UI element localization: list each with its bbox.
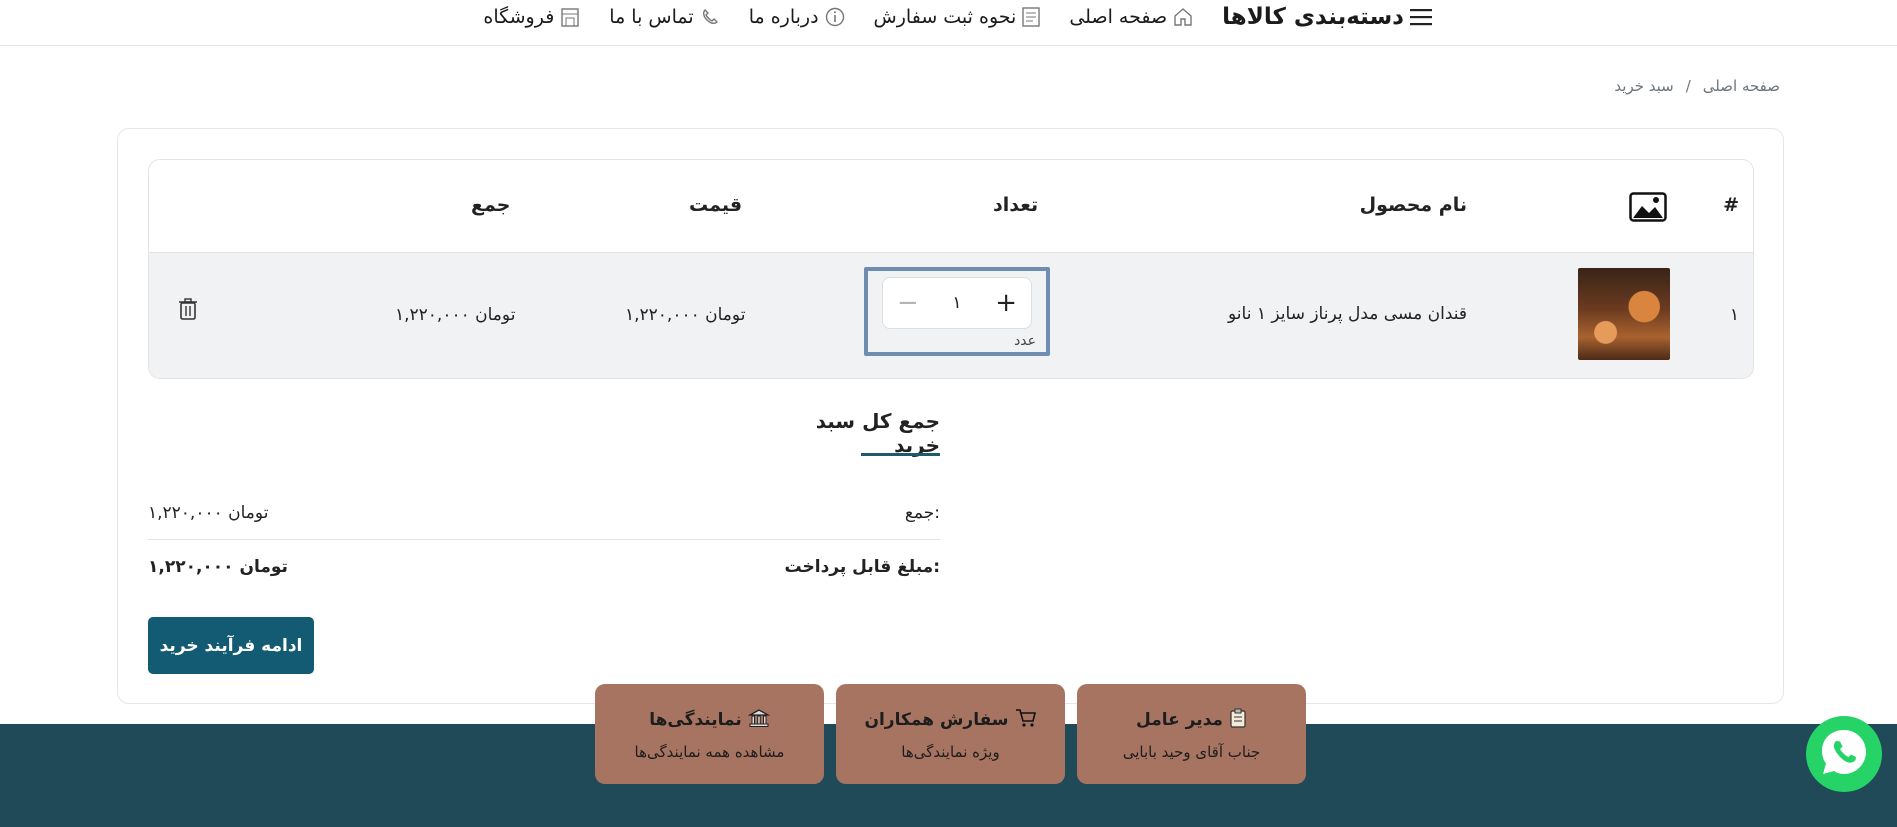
breadcrumb-current: سبد خرید	[1614, 77, 1674, 95]
footer-card-branches[interactable]: نمایندگی‌ها مشاهده همه نمایندگی‌ها	[595, 684, 824, 784]
cart-icon	[1015, 708, 1037, 733]
quantity-value[interactable]: ۱	[952, 293, 961, 313]
footer-card-ceo[interactable]: مدیر عامل جناب آقای وحید بابایی	[1077, 684, 1306, 784]
hamburger-icon	[1410, 7, 1432, 27]
home-icon	[1172, 6, 1194, 28]
subtotal-label: جمع:	[904, 502, 940, 523]
nav-categories[interactable]: دسته‌بندی کالاها	[1222, 4, 1432, 30]
clipboard-icon	[1229, 708, 1247, 733]
main-menu: دسته‌بندی کالاها صفحه اصلی نحوه ثبت سفار…	[470, 0, 1432, 34]
footer-card-title: سفارش همکاران	[864, 708, 1036, 733]
store-icon	[559, 6, 581, 28]
nav-item-label: فروشگاه	[483, 6, 555, 28]
table-header: # نام محصول تعداد قیمت جمع	[149, 160, 1753, 253]
footer-card-title-text: نمایندگی‌ها	[649, 710, 742, 730]
quantity-stepper: − ۱ +	[882, 277, 1032, 329]
nav-categories-label: دسته‌بندی کالاها	[1222, 4, 1404, 30]
quantity-unit: عدد	[1014, 333, 1036, 349]
header-price: قیمت	[689, 194, 743, 216]
nav-item-order-guide[interactable]: نحوه ثبت سفارش	[874, 6, 1042, 28]
whatsapp-button[interactable]	[1806, 716, 1882, 792]
product-total: ۱,۲۲۰,۰۰۰ تومان	[395, 305, 516, 325]
whatsapp-icon	[1816, 724, 1872, 784]
bank-icon	[747, 708, 771, 733]
nav-item-label: نحوه ثبت سفارش	[873, 6, 1017, 28]
footer-card-partner-order[interactable]: سفارش همکاران ویژه نمایندگی‌ها	[836, 684, 1065, 784]
decrement-button[interactable]: −	[897, 290, 919, 316]
title-underline	[861, 453, 940, 456]
header-quantity: تعداد	[993, 194, 1039, 216]
footer-card-title: نمایندگی‌ها	[649, 708, 771, 733]
product-price: ۱,۲۲۰,۰۰۰ تومان	[625, 305, 746, 325]
footer-card-title: مدیر عامل	[1136, 708, 1247, 733]
footer-card-subtitle: مشاهده همه نمایندگی‌ها	[634, 742, 785, 761]
quantity-control: − ۱ + عدد	[864, 267, 1050, 356]
table-row: ۱ قندان مسی مدل پرناز سایز ۱ نانو − ۱ + …	[149, 253, 1753, 378]
continue-checkout-button[interactable]: ادامه فرآیند خرید	[148, 617, 314, 674]
payable-row: مبلغ قابل پرداخت: ۱,۲۲۰,۰۰۰ تومان	[148, 540, 940, 594]
phone-icon	[699, 6, 721, 28]
product-name[interactable]: قندان مسی مدل پرناز سایز ۱ نانو	[1228, 304, 1467, 324]
footer-card-subtitle: ویژه نمایندگی‌ها	[901, 742, 1000, 761]
payable-value: ۱,۲۲۰,۰۰۰ تومان	[148, 557, 288, 577]
payable-label: مبلغ قابل پرداخت:	[784, 557, 941, 577]
subtotal-row: جمع: ۱,۲۲۰,۰۰۰ تومان	[148, 486, 940, 540]
breadcrumb: صفحه اصلی / سبد خرید	[1614, 77, 1780, 95]
nav-item-home[interactable]: صفحه اصلی	[1069, 6, 1194, 28]
info-icon	[824, 6, 846, 28]
breadcrumb-home-link[interactable]: صفحه اصلی	[1703, 77, 1780, 95]
subtotal-value: ۱,۲۲۰,۰۰۰ تومان	[148, 502, 269, 523]
header-product-name: نام محصول	[1359, 194, 1467, 216]
nav-item-contact[interactable]: تماس با ما	[609, 6, 720, 28]
nav-item-about[interactable]: درباره ما	[749, 6, 846, 28]
cart-totals-title: جمع کل سبد خرید	[815, 409, 940, 457]
cart-table: # نام محصول تعداد قیمت جمع ۱ قندان مسی م…	[148, 159, 1754, 379]
top-navbar: دسته‌بندی کالاها صفحه اصلی نحوه ثبت سفار…	[0, 0, 1897, 46]
nav-item-label: درباره ما	[748, 6, 819, 28]
row-index: ۱	[1729, 305, 1739, 325]
trash-icon[interactable]	[177, 297, 199, 325]
breadcrumb-separator: /	[1685, 77, 1691, 95]
cart-card: # نام محصول تعداد قیمت جمع ۱ قندان مسی م…	[117, 128, 1784, 704]
product-image[interactable]	[1578, 268, 1670, 360]
header-index: #	[1723, 194, 1739, 216]
nav-item-label: صفحه اصلی	[1069, 6, 1168, 28]
footer-card-subtitle: جناب آقای وحید بابایی	[1122, 742, 1261, 761]
footer-card-title-text: مدیر عامل	[1136, 710, 1223, 730]
image-icon	[1629, 192, 1667, 227]
header-total: جمع	[471, 194, 511, 216]
increment-button[interactable]: +	[995, 290, 1017, 316]
nav-item-store[interactable]: فروشگاه	[483, 6, 581, 28]
nav-item-label: تماس با ما	[609, 6, 694, 28]
document-icon	[1021, 6, 1041, 28]
footer-card-title-text: سفارش همکاران	[864, 710, 1009, 730]
